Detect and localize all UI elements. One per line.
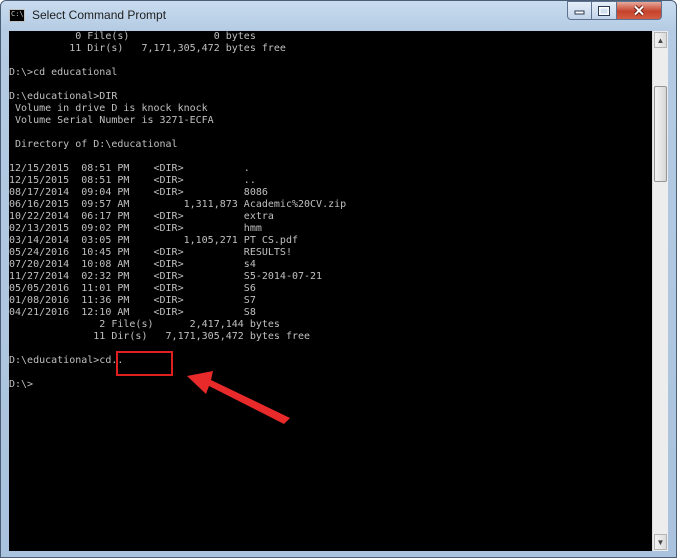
annotation-arrow-icon (187, 371, 290, 424)
